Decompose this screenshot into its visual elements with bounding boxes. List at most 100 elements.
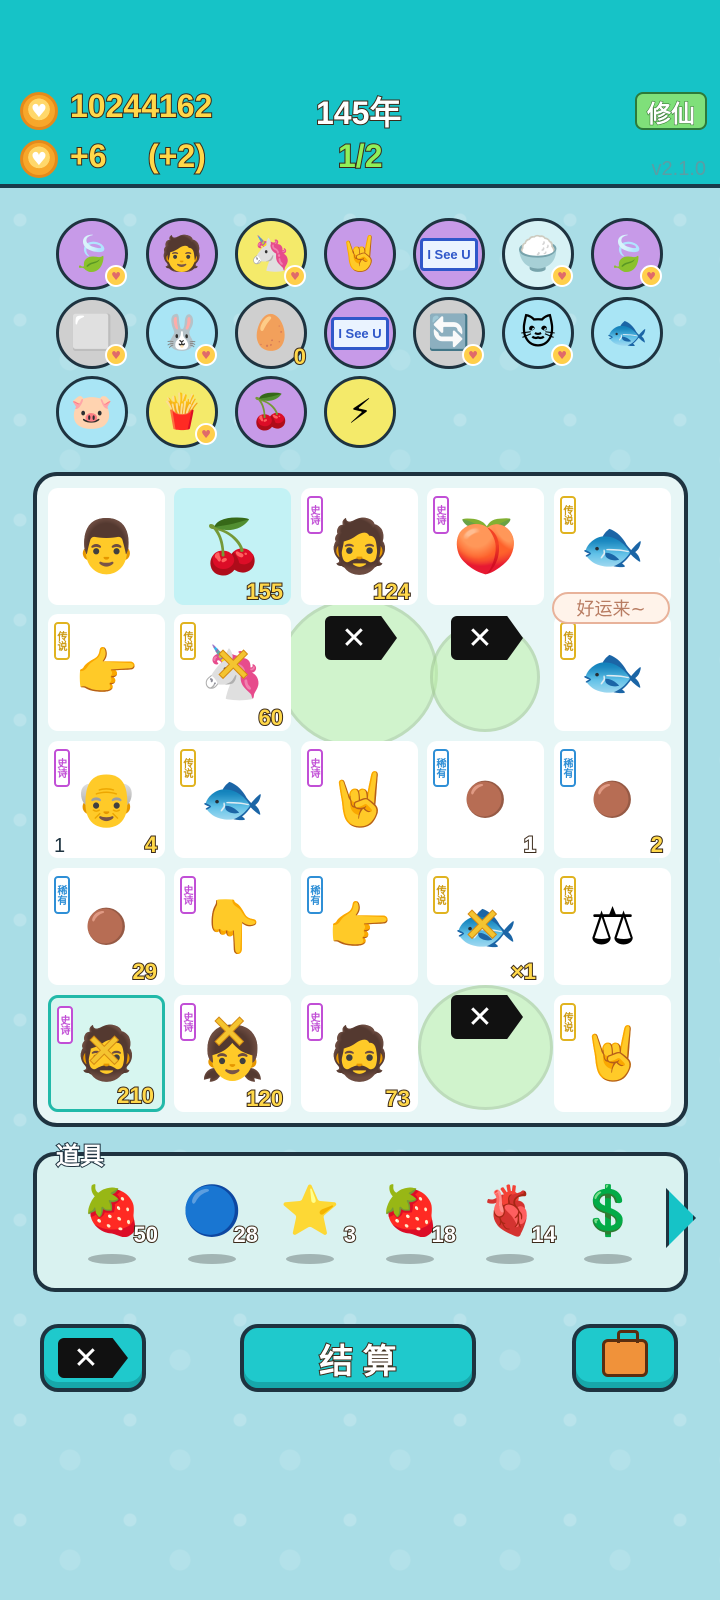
dollar-coin-icon: 💲 — [578, 1183, 638, 1239]
rice-bowl-icon[interactable]: 🍚 ♥ — [502, 218, 574, 290]
board-cell[interactable]: ✕ — [427, 614, 544, 731]
cell-value: 155 — [245, 578, 284, 605]
fishbowl-icon[interactable]: 🐟 — [591, 297, 663, 369]
cell-value: 1 — [523, 831, 537, 858]
koi-fish-icon: 🐟 — [580, 643, 645, 703]
board-cell[interactable]: ✕ — [301, 614, 418, 731]
board-cell[interactable]: 传说 👉 — [48, 614, 165, 731]
face-glyph: 🧑 — [160, 234, 204, 274]
prop-shadow — [486, 1254, 534, 1264]
heart-badge-icon: ♥ — [551, 265, 573, 287]
i-see-u-sign-icon[interactable]: I See U — [413, 218, 485, 290]
heart-badge-icon: ♥ — [284, 265, 306, 287]
fries-icon[interactable]: 🍟 ♥ — [146, 376, 218, 448]
prop-slot[interactable]: 💲 — [568, 1182, 648, 1272]
i-see-u-text: I See U — [420, 237, 478, 271]
board-cell[interactable]: 🍒 155 — [174, 488, 291, 605]
green-hat-man-icon: 🧔 — [327, 1024, 392, 1084]
income-bonus: (+2) — [147, 137, 207, 175]
board-cell[interactable]: 传说 🐟 — [554, 488, 671, 605]
prop-slot[interactable]: 🍓 18 — [370, 1182, 457, 1272]
prop-shadow — [386, 1254, 434, 1264]
board-cell[interactable]: 史诗 👧 ✕ 120 — [174, 995, 291, 1112]
board-cell[interactable]: 传说 🐟 — [554, 614, 671, 731]
board-cell[interactable]: 史诗 🍑 — [427, 488, 544, 605]
board-cell[interactable]: 稀有 👉 — [301, 868, 418, 985]
prop-count: 28 — [232, 1221, 259, 1248]
money-value: 10244162 — [69, 87, 213, 125]
heart-badge-icon: ♥ — [462, 344, 484, 366]
board-cell[interactable]: 👨 — [48, 488, 165, 605]
cell-value: 60 — [257, 704, 284, 731]
cell-left-value: 1 — [54, 835, 66, 857]
rarity-tag: 史诗 — [57, 1006, 73, 1044]
board-cell[interactable]: 传说 🐟 ✕ ×1 — [427, 868, 544, 985]
eliminate-x-icon: ✕ — [209, 1004, 250, 1060]
rarity-tag: 稀有 — [433, 749, 449, 787]
board-cell[interactable]: 传说 🐟 — [174, 741, 291, 858]
board-cell[interactable]: 史诗 🧔 73 — [301, 995, 418, 1112]
egg-tray-icon[interactable]: 🥚 0 — [235, 297, 307, 370]
backpack-button[interactable] — [572, 1324, 678, 1392]
piggy-bank-icon[interactable]: 🐷 — [56, 376, 128, 448]
rarity-tag: 传说 — [180, 749, 196, 787]
eyepatch-longan-icon[interactable]: 🍒 — [235, 376, 307, 448]
leaf-icon[interactable]: 🍃 ♥ — [591, 218, 663, 290]
prop-slot[interactable]: 🔵 28 — [172, 1182, 259, 1272]
settle-button[interactable]: 结 算 — [240, 1324, 476, 1392]
board-cell[interactable]: 传说 ⚖ — [554, 868, 671, 985]
heart-badge-icon: ♥ — [105, 344, 127, 366]
eliminate-x-icon: ✕ — [213, 637, 254, 693]
eliminate-button[interactable]: ✕ — [40, 1324, 146, 1392]
xiuxian-button[interactable]: 修仙 — [635, 92, 707, 130]
prop-slot[interactable]: 🫀 14 — [470, 1182, 557, 1272]
rarity-tag: 稀有 — [307, 876, 323, 914]
prop-shadow — [286, 1254, 334, 1264]
rarity-tag: 史诗 — [180, 1003, 196, 1041]
rarity-tag: 传说 — [180, 622, 196, 660]
board-cell[interactable]: 史诗 🤘 — [301, 741, 418, 858]
board-cell[interactable]: 稀有 🟤 1 — [427, 741, 544, 858]
prop-slot[interactable]: 🍓 50 — [72, 1182, 159, 1272]
man-face-icon: 👨 — [74, 517, 139, 577]
rarity-tag: 史诗 — [307, 496, 323, 534]
leaf-icon[interactable]: 🍃 ♥ — [56, 218, 128, 290]
cell-value: 2 — [650, 831, 664, 858]
heart-badge-icon: ♥ — [195, 344, 217, 366]
i-see-u-sign-icon[interactable]: I See U — [324, 297, 396, 369]
longan-icon: 🟤 — [591, 779, 634, 820]
rarity-tag: 稀有 — [54, 876, 70, 914]
prop-count: 18 — [430, 1221, 457, 1248]
rabbit-icon[interactable]: 🐰 ♥ — [146, 297, 218, 369]
prop-shadow — [584, 1254, 632, 1264]
pointing-hand-icon: 👇 — [200, 897, 265, 957]
board-cell[interactable]: 史诗 🧔 ✕ 210 — [48, 995, 165, 1112]
rock-hand-icon: 🤘 — [327, 770, 392, 830]
board-cell[interactable]: ✕ — [427, 995, 544, 1112]
rock-hand-glyph: 🤘 — [338, 234, 382, 274]
old-man-icon: 👴 — [74, 770, 139, 830]
version-label: v2.1.0 — [651, 158, 706, 180]
refresh-icon[interactable]: 🔄 ♥ — [413, 297, 485, 369]
board-cell[interactable]: 传说 🤘 — [554, 995, 671, 1112]
prop-slot[interactable]: ⭐ 3 — [270, 1182, 357, 1272]
green-hat-man-icon: 🧔 — [327, 517, 392, 577]
board-cell[interactable]: 史诗 👇 — [174, 868, 291, 985]
rarity-tag: 传说 — [560, 496, 576, 534]
star-icon: ⭐ — [280, 1183, 340, 1239]
rarity-tag: 传说 — [433, 876, 449, 914]
eliminate-x-icon: ✕ — [462, 897, 503, 953]
cat-icon[interactable]: 🐱 ♥ — [502, 297, 574, 369]
board-cell[interactable]: 史诗 👴 1 4 — [48, 741, 165, 858]
lightning-glyph: ⚡ — [348, 392, 372, 432]
unicorn-icon[interactable]: 🦄 ♥ — [235, 218, 307, 290]
cell-value: 210 — [116, 1082, 155, 1109]
board-cell[interactable]: 稀有 🟤 2 — [554, 741, 671, 858]
board-cell[interactable]: 稀有 🟤 29 — [48, 868, 165, 985]
rock-hand-icon[interactable]: 🤘 — [324, 218, 396, 290]
lightning-icon[interactable]: ⚡ — [324, 376, 396, 448]
board-cell[interactable]: 史诗 🧔 124 — [301, 488, 418, 605]
sunglasses-face-icon[interactable]: 🧑 — [146, 218, 218, 290]
board-cell[interactable]: 传说 🦄 ✕ 60 — [174, 614, 291, 731]
sugar-cubes-icon[interactable]: ⬜ ♥ — [56, 297, 128, 369]
